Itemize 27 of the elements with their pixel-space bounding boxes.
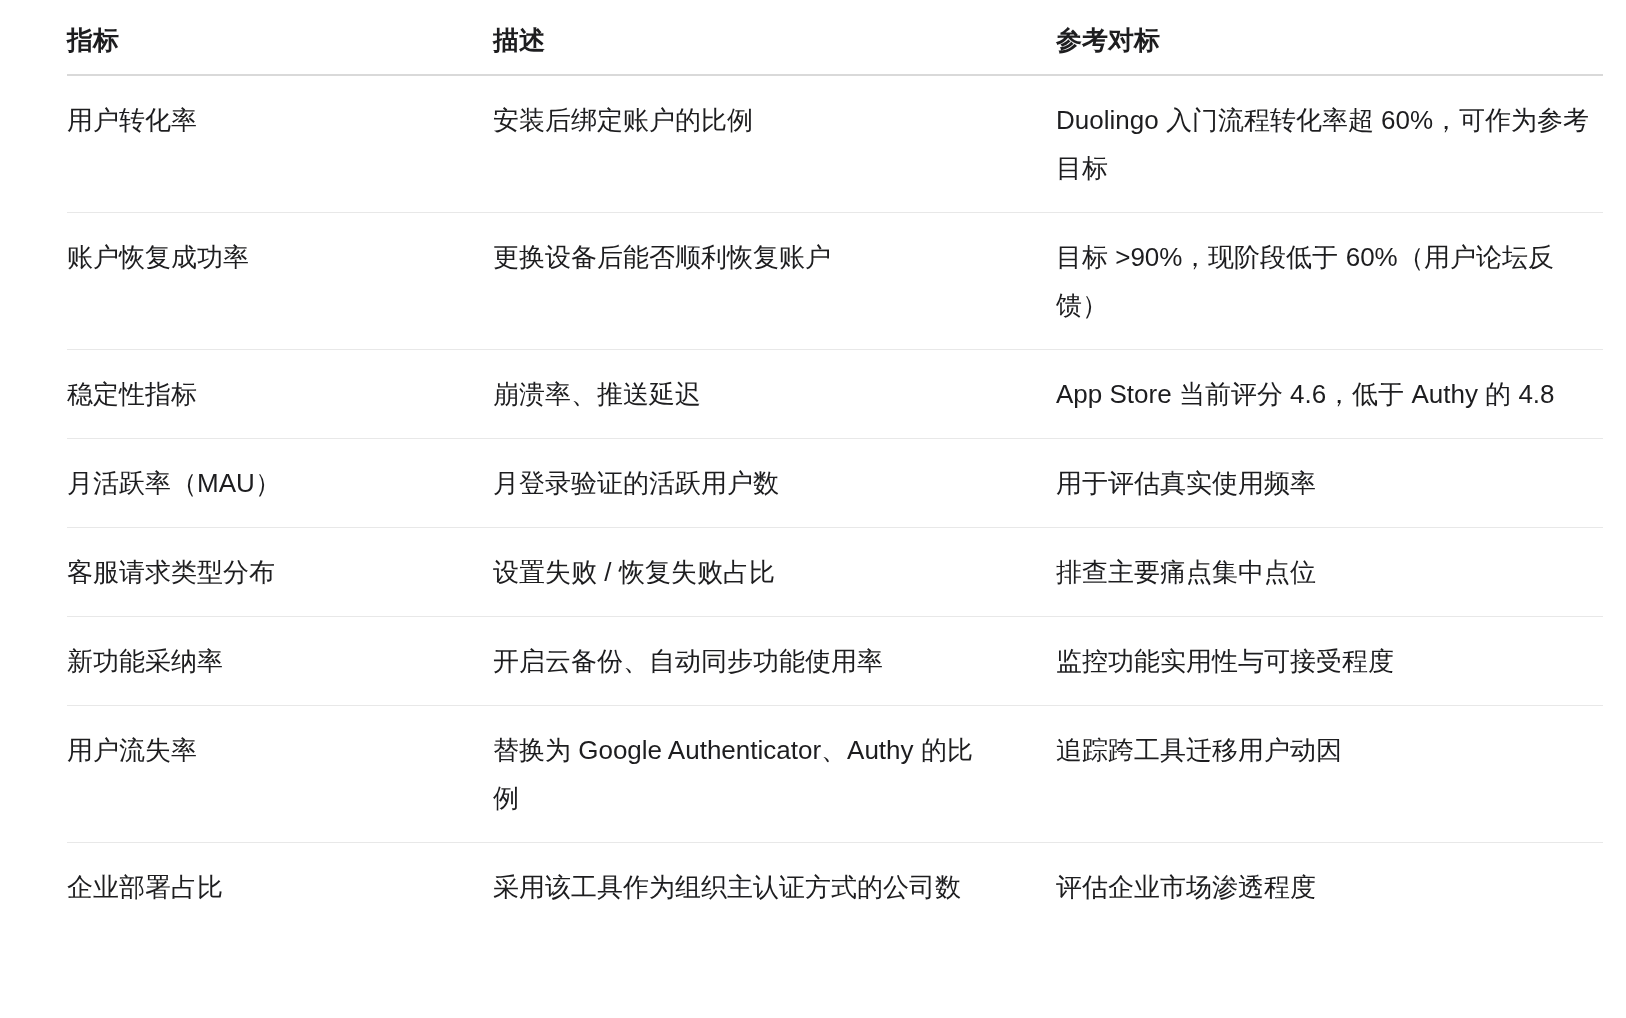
- column-header: 描述: [493, 24, 546, 57]
- table-cell-text: App Store 当前评分 4.6，低于 Authy 的 4.8: [1056, 378, 1556, 411]
- table-cell-text: 用于评估真实使用频率: [1056, 467, 1317, 500]
- column-header: 参考对标: [1056, 24, 1161, 57]
- table-cell-text: 采用该工具作为组织主认证方式的公司数: [493, 871, 962, 904]
- table-cell-text: 目标 >90%，现阶段低于 60%（用户论坛反馈）: [1056, 241, 1555, 322]
- table-cell-text: 更换设备后能否顺利恢复账户: [493, 241, 832, 274]
- table-cell-text: 月活跃率（MAU）: [67, 467, 282, 500]
- table-cell-text: 稳定性指标: [67, 378, 198, 411]
- table-cell-text: 追踪跨工具迁移用户动因: [1056, 734, 1343, 767]
- table-cell-text: 安装后绑定账户的比例: [493, 104, 754, 137]
- table-cell-text: 用户流失率: [67, 734, 198, 767]
- table-cell-text: 开启云备份、自动同步功能使用率: [493, 645, 884, 678]
- table-cell-text: 崩溃率、推送延迟: [493, 378, 702, 411]
- table-cell-text: 企业部署占比: [67, 871, 224, 904]
- table-cell-text: 监控功能实用性与可接受程度: [1056, 645, 1395, 678]
- table-cell-text: 设置失败 / 恢复失败占比: [493, 556, 776, 589]
- table-cell-text: 排查主要痛点集中点位: [1056, 556, 1317, 589]
- column-header: 指标: [67, 24, 120, 57]
- table-cell-text: 月登录验证的活跃用户数: [493, 467, 780, 500]
- table-cell-text: 新功能采纳率: [67, 645, 224, 678]
- table-cell-text: 替换为 Google Authenticator、Authy 的比例: [493, 734, 974, 815]
- table-cell-text: Duolingo 入门流程转化率超 60%，可作为参考目标: [1056, 104, 1591, 185]
- table-cell-text: 用户转化率: [67, 104, 198, 137]
- table-cell-text: 评估企业市场渗透程度: [1056, 871, 1317, 904]
- table-cell-text: 客服请求类型分布: [67, 556, 276, 589]
- table-cell-text: 账户恢复成功率: [67, 241, 250, 274]
